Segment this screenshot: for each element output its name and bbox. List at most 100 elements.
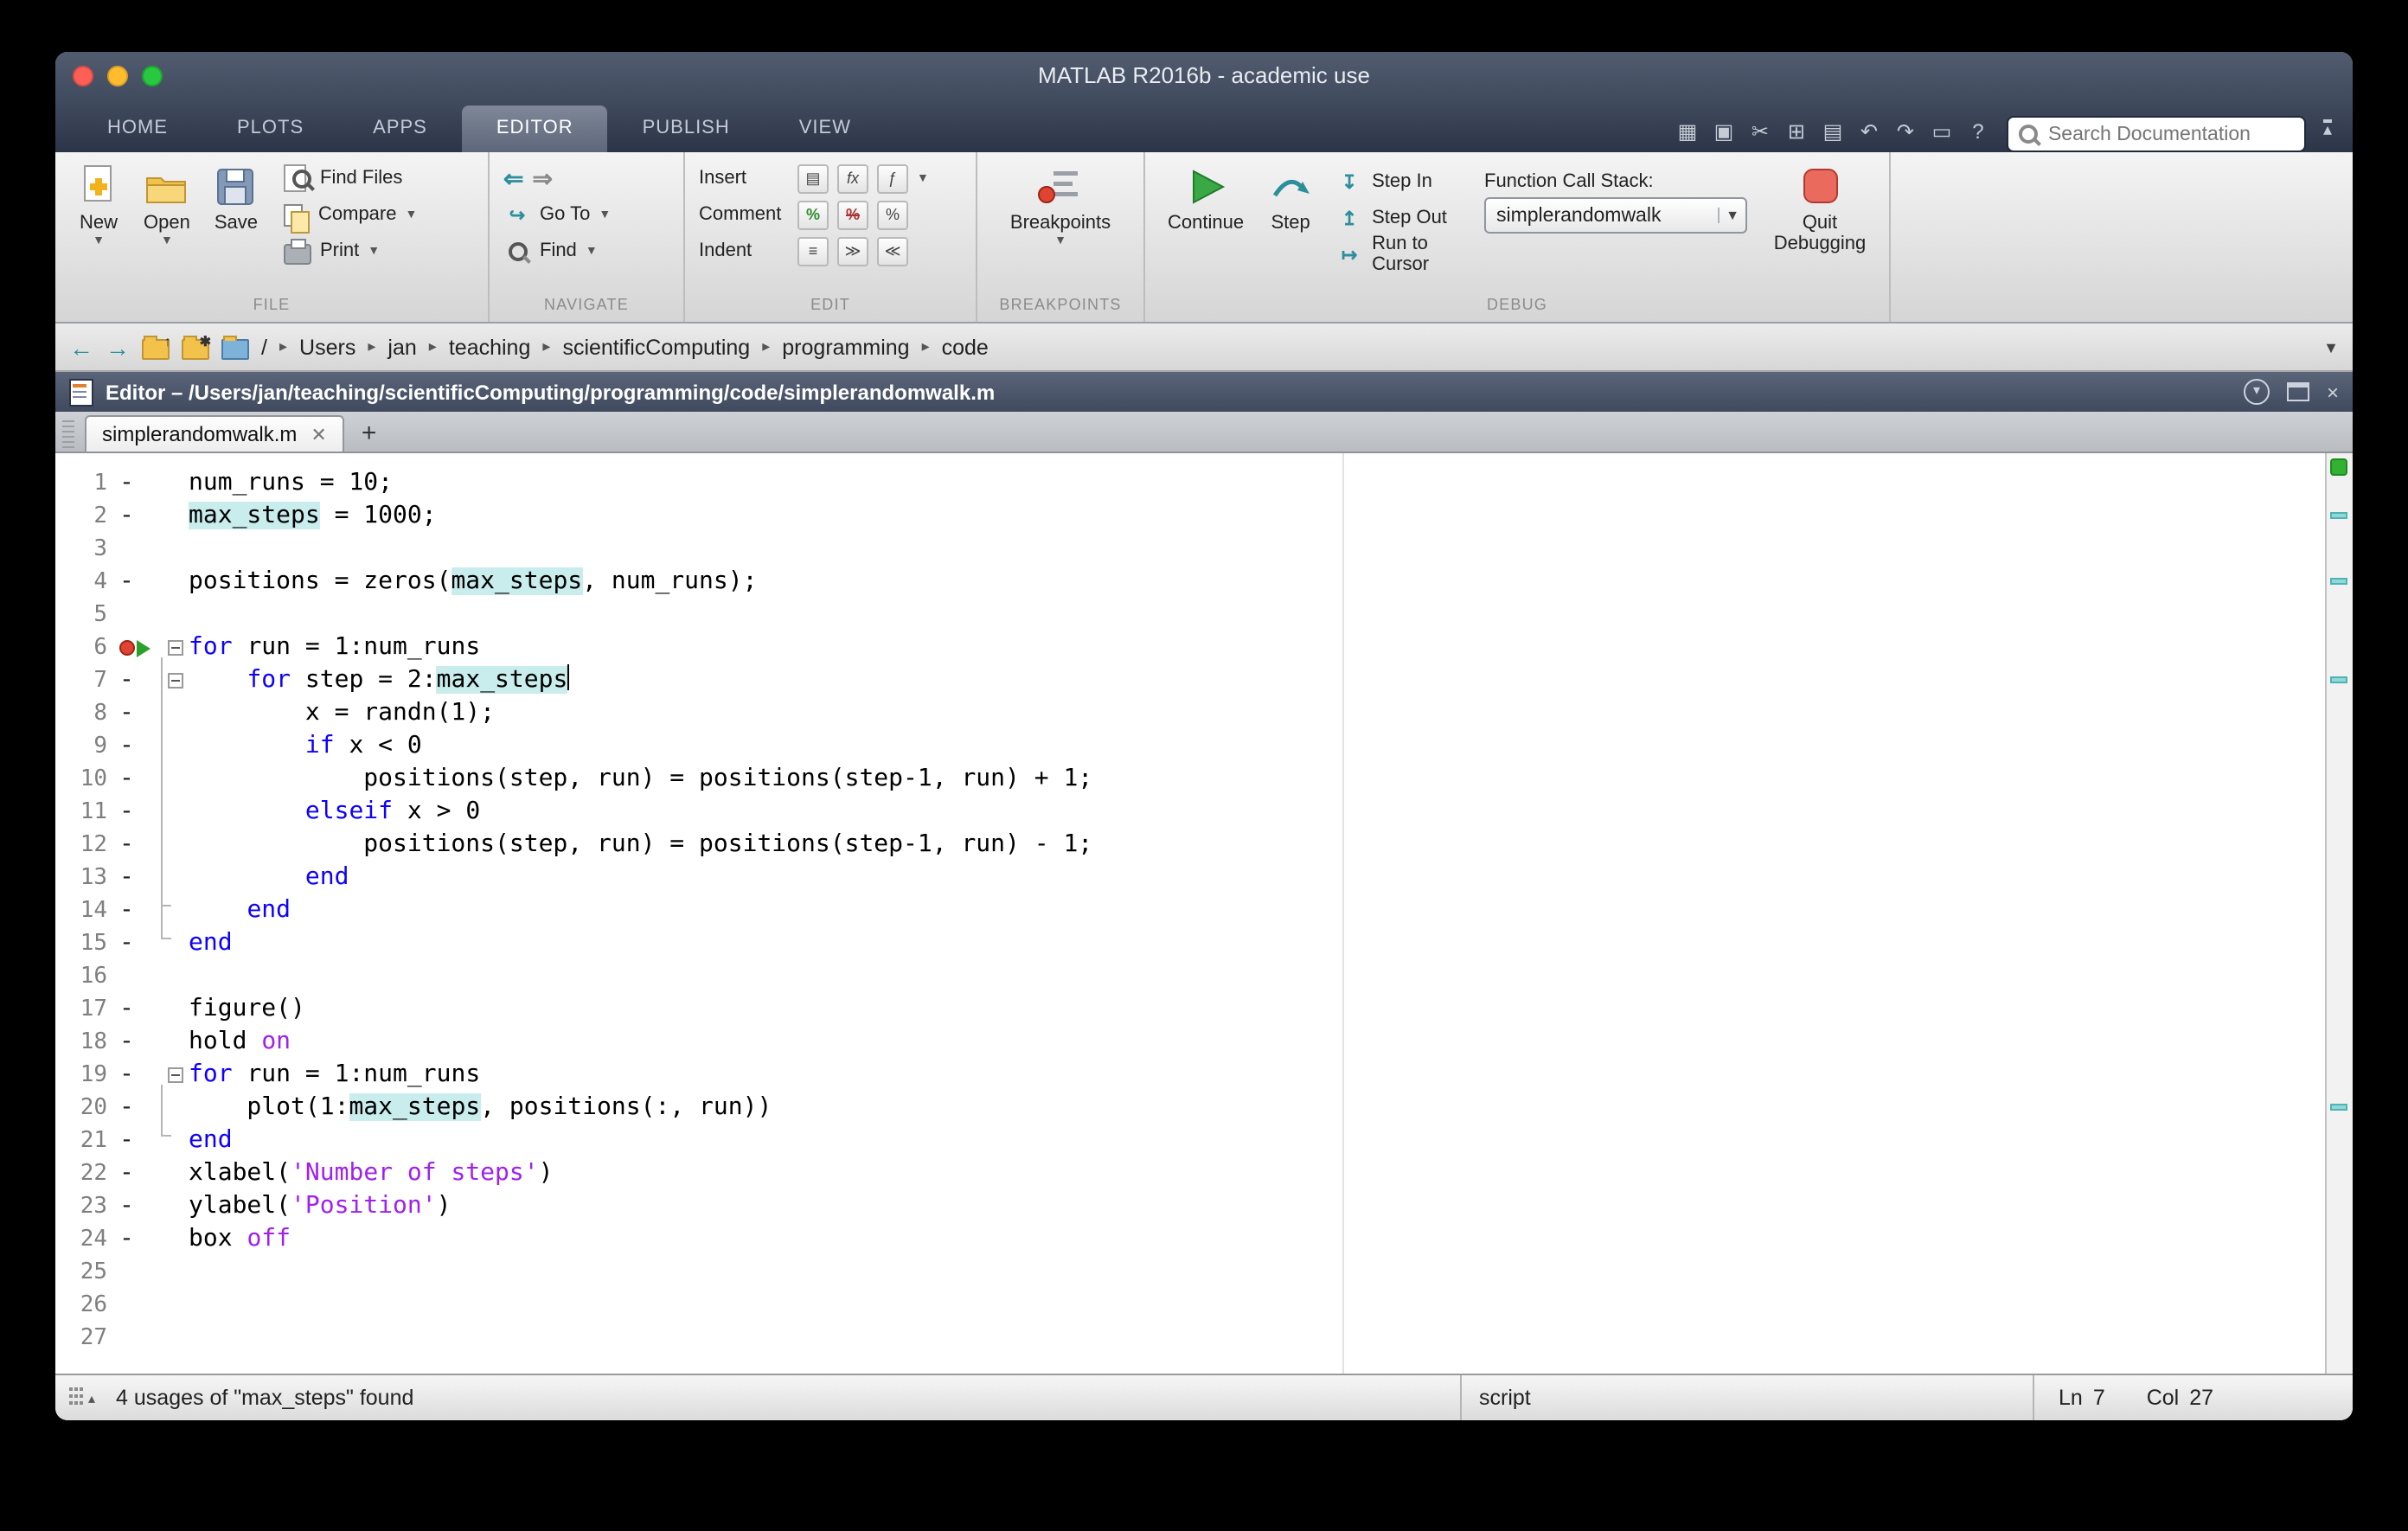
zoom-window-button[interactable] [142, 66, 163, 86]
copy-icon[interactable]: ⊞ [1785, 121, 1808, 142]
ribbon-tab-home[interactable]: HOME [73, 106, 202, 152]
code-line[interactable]: 4-positions = zeros(max_steps, num_runs)… [62, 566, 2325, 599]
insert-function-icon[interactable]: fx [837, 163, 868, 193]
indent-left-icon[interactable]: ≪ [877, 236, 908, 266]
code-line[interactable]: 12- positions(step, run) = positions(ste… [62, 829, 2325, 862]
code-line[interactable]: 8- x = randn(1); [62, 697, 2325, 730]
search-documentation-input[interactable] [2045, 122, 2294, 146]
breakpoint-margin[interactable]: - [107, 862, 161, 894]
community-icon[interactable]: ▦ [1676, 121, 1699, 142]
breakpoint-margin[interactable]: - [107, 566, 161, 599]
fold-margin[interactable] [161, 1256, 189, 1289]
cut-icon[interactable]: ✂ [1749, 121, 1771, 142]
redo-icon[interactable]: ↷ [1894, 121, 1917, 142]
save-button[interactable]: Save▼ [206, 161, 266, 296]
continue-button[interactable]: Continue [1159, 161, 1252, 296]
wrap-comments-icon[interactable]: % [877, 200, 908, 229]
new-tab-button[interactable]: + [351, 419, 387, 452]
breadcrumb-root[interactable]: / [261, 335, 267, 359]
breakpoint-margin[interactable] [107, 960, 161, 993]
fold-margin[interactable] [161, 796, 189, 829]
fold-toggle-icon[interactable] [167, 1067, 183, 1083]
breakpoint-margin[interactable]: - [107, 993, 161, 1026]
go-to-button[interactable]: ↪ Go To▼ [503, 197, 611, 232]
print-button[interactable]: Print▼ [284, 234, 417, 268]
print-icon[interactable]: ▭ [1931, 121, 1953, 142]
breakpoint-margin[interactable]: - [107, 500, 161, 533]
code-line[interactable]: 14- end [62, 894, 2325, 927]
code-line[interactable]: 6for run = 1:num_runs [62, 631, 2325, 664]
highlight-scroll-mark[interactable] [2330, 512, 2347, 519]
code-line[interactable]: 2-max_steps = 1000; [62, 500, 2325, 533]
fold-margin[interactable] [161, 862, 189, 894]
status-grip-icon[interactable]: ▴ [66, 1387, 99, 1408]
fold-margin[interactable] [161, 599, 189, 631]
fold-margin[interactable] [161, 1190, 189, 1223]
breadcrumb-item-jan[interactable]: jan [387, 335, 416, 359]
insert-block-icon[interactable]: ƒ [877, 163, 908, 193]
code-line[interactable]: 21-end [62, 1124, 2325, 1157]
undock-icon[interactable] [2287, 382, 2309, 401]
folder-history-caret-icon[interactable]: ▼ [2323, 338, 2339, 356]
indent-right-icon[interactable]: ≫ [837, 236, 868, 266]
breakpoint-margin[interactable]: - [107, 1092, 161, 1124]
code-line[interactable]: 18-hold on [62, 1026, 2325, 1059]
breadcrumb-item-scientificComputing[interactable]: scientificComputing [562, 335, 750, 359]
fold-margin[interactable] [161, 664, 189, 697]
step-out-button[interactable]: ↥ Step Out [1335, 201, 1470, 235]
fold-margin[interactable] [161, 763, 189, 796]
comment-icon[interactable]: % [797, 200, 829, 229]
function-call-stack-select[interactable]: simplerandomwalk ▼ [1484, 197, 1747, 234]
minimize-ribbon-icon[interactable]: ▴ [2323, 119, 2332, 138]
code-line[interactable]: 16 [62, 960, 2325, 993]
help-icon[interactable]: ? [1967, 121, 1989, 142]
forward-icon[interactable]: → [106, 333, 130, 361]
breakpoint-margin[interactable] [107, 599, 161, 631]
code-line[interactable]: 22-xlabel('Number of steps') [62, 1157, 2325, 1190]
back-icon[interactable]: ⇐ [503, 163, 523, 193]
breadcrumb-item-teaching[interactable]: teaching [449, 335, 531, 359]
breadcrumb-item-code[interactable]: code [942, 335, 989, 359]
close-window-button[interactable] [73, 66, 93, 86]
ribbon-tab-view[interactable]: VIEW [765, 106, 886, 152]
code-line[interactable]: 26 [62, 1289, 2325, 1322]
fold-margin[interactable] [161, 631, 189, 664]
paste-icon[interactable]: ▤ [1822, 121, 1844, 142]
code-line[interactable]: 3 [62, 533, 2325, 566]
browse-folder-icon[interactable]: ✱ [182, 338, 209, 359]
breakpoint-margin[interactable] [107, 533, 161, 566]
fold-margin[interactable] [161, 1059, 189, 1092]
code-line[interactable]: 19-for run = 1:num_runs [62, 1059, 2325, 1092]
code-line[interactable]: 15-end [62, 927, 2325, 960]
open-button[interactable]: Open▼ [135, 161, 199, 296]
fold-margin[interactable] [161, 533, 189, 566]
uncomment-icon[interactable]: % [837, 200, 868, 229]
fold-margin[interactable] [161, 1092, 189, 1124]
indicator-strip[interactable] [2325, 453, 2353, 1374]
back-icon[interactable]: ← [69, 333, 93, 361]
breadcrumb-item-programming[interactable]: programming [782, 335, 909, 359]
highlight-scroll-mark[interactable] [2330, 1104, 2347, 1111]
breakpoint-margin[interactable]: - [107, 1223, 161, 1256]
fold-margin[interactable] [161, 993, 189, 1026]
breakpoints-button[interactable]: Breakpoints▼ [1002, 161, 1119, 296]
ribbon-tab-apps[interactable]: APPS [338, 106, 462, 152]
quit-debugging-button[interactable]: Quit Debugging [1764, 161, 1875, 296]
fold-margin[interactable] [161, 566, 189, 599]
breakpoint-margin[interactable]: - [107, 467, 161, 500]
insert-section-icon[interactable]: ▤ [797, 163, 829, 193]
code-line[interactable]: 27 [62, 1322, 2325, 1355]
code-line[interactable]: 7- for step = 2:max_steps [62, 664, 2325, 697]
breakpoint-margin[interactable]: - [107, 730, 161, 763]
breakpoint-icon[interactable] [119, 640, 135, 656]
undo-icon[interactable]: ↶ [1858, 121, 1880, 142]
step-button[interactable]: Step [1259, 161, 1322, 296]
tab-simplerandomwalk[interactable]: simplerandomwalk.m ✕ [85, 415, 344, 452]
breakpoint-margin[interactable] [107, 1289, 161, 1322]
fold-toggle-icon[interactable] [167, 673, 183, 689]
fold-toggle-icon[interactable] [167, 640, 183, 656]
breakpoint-margin[interactable]: - [107, 927, 161, 960]
code-pane[interactable]: 1-num_runs = 10;2-max_steps = 1000;34-po… [55, 453, 2325, 1374]
new-button[interactable]: New▼ [69, 161, 128, 296]
code-line[interactable]: 24-box off [62, 1223, 2325, 1256]
